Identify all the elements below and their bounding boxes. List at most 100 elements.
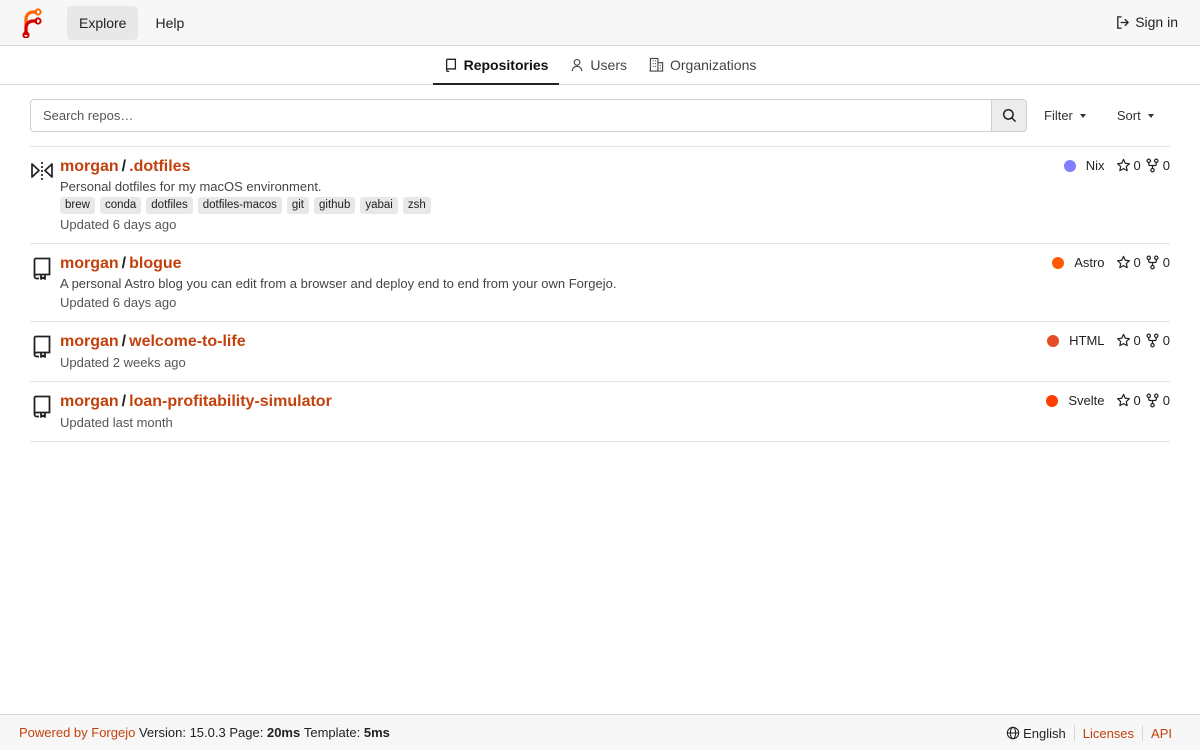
stars-count[interactable]: 0: [1116, 158, 1141, 173]
topic-tag[interactable]: yabai: [360, 197, 398, 214]
repo-updated-time: Updated 2 weeks ago: [60, 355, 186, 370]
forks-value: 0: [1162, 393, 1170, 408]
forks-count[interactable]: 0: [1145, 158, 1170, 173]
repo-updated-time: Updated last month: [60, 415, 173, 430]
forks-value: 0: [1162, 333, 1170, 348]
powered-by-link[interactable]: Powered by Forgejo: [19, 725, 135, 740]
repo-owner-link[interactable]: morgan: [60, 393, 119, 410]
topic-tag[interactable]: dotfiles-macos: [197, 197, 282, 214]
topic-tag[interactable]: zsh: [402, 197, 431, 214]
topic-tag[interactable]: brew: [60, 197, 95, 214]
fork-icon: [1146, 393, 1159, 408]
repo-item: morgan / welcome-to-life Updated 2 weeks a…: [30, 322, 1170, 382]
repo-owner-link[interactable]: morgan: [60, 333, 119, 350]
fork-icon: [1146, 158, 1159, 173]
repo-topics: brew conda dotfiles dotfiles-macos git g…: [60, 197, 1170, 214]
language-label: English: [1023, 725, 1066, 741]
repo-search-bar: Filter Sort: [30, 99, 1170, 132]
repo-description: Personal dotfiles for my macOS environme…: [60, 179, 322, 194]
repo-item: morgan / .dotfiles Personal dotfiles for m…: [30, 147, 1170, 244]
topic-tag[interactable]: conda: [99, 197, 142, 214]
forks-count[interactable]: 0: [1145, 255, 1170, 270]
tab-organizations[interactable]: Organizations: [638, 46, 767, 85]
stars-value: 0: [1133, 333, 1141, 348]
repo-description: A personal Astro blog you can edit from …: [60, 276, 617, 291]
sign-in-label: Sign in: [1135, 14, 1178, 30]
sign-in-link[interactable]: Sign in: [1115, 14, 1178, 30]
repo-updated-time: Updated 6 days ago: [60, 217, 177, 232]
language-color-dot: [1063, 159, 1076, 172]
person-icon: [572, 58, 583, 71]
stars-value: 0: [1133, 255, 1141, 270]
language-color-dot: [1047, 334, 1060, 347]
stars-count[interactable]: 0: [1116, 333, 1141, 348]
star-icon: [1116, 333, 1130, 347]
fork-icon: [1146, 333, 1159, 348]
star-icon: [1116, 158, 1130, 172]
repo-updated-time: Updated 6 days ago: [60, 295, 177, 310]
filter-label: Filter: [1044, 108, 1073, 123]
stars-count[interactable]: 0: [1116, 393, 1141, 408]
search-icon: [1002, 108, 1016, 123]
repo-icon: [33, 335, 51, 358]
sort-label: Sort: [1116, 108, 1141, 123]
repo-name-link[interactable]: .dotfiles: [129, 158, 190, 175]
star-icon: [1116, 255, 1130, 269]
sign-in-icon: [1117, 15, 1130, 29]
repo-owner-link[interactable]: morgan: [60, 158, 119, 175]
repo-stats: Astro 0 0: [1052, 255, 1170, 270]
repo-item: morgan / blogue A personal Astro blog you …: [30, 244, 1170, 322]
language-color-dot: [1052, 256, 1065, 269]
tab-users-label: Users: [590, 56, 627, 73]
repo-name-link[interactable]: blogue: [129, 255, 181, 272]
licenses-link[interactable]: Licenses: [1075, 726, 1142, 741]
version-label: Version:: [138, 725, 186, 740]
repo-name-link[interactable]: welcome-to-life: [129, 333, 245, 350]
tab-repositories[interactable]: Repositories: [432, 46, 560, 85]
forks-value: 0: [1162, 255, 1170, 270]
api-link[interactable]: API: [1143, 726, 1180, 741]
page-footer: Powered by Forgejo Version: 15.0.3 Page:…: [0, 714, 1200, 750]
repo-icon: [445, 58, 456, 72]
tab-users[interactable]: Users: [559, 46, 638, 85]
repo-owner-link[interactable]: morgan: [60, 255, 119, 272]
nav-explore[interactable]: Explore: [67, 5, 139, 40]
repo-language: Astro: [1074, 255, 1105, 270]
mirror-icon: [31, 162, 53, 180]
topic-tag[interactable]: dotfiles: [146, 197, 193, 214]
forgejo-logo-icon[interactable]: [20, 7, 42, 38]
forks-count[interactable]: 0: [1145, 333, 1170, 348]
tab-repositories-label: Repositories: [463, 56, 549, 73]
repo-icon: [33, 395, 51, 418]
filter-dropdown[interactable]: Filter: [1044, 108, 1086, 123]
stars-count[interactable]: 0: [1116, 255, 1141, 270]
explore-tabs: Repositories Users Organizations: [0, 46, 1200, 85]
version-value: 15.0.3: [189, 725, 226, 740]
search-button[interactable]: [991, 99, 1027, 132]
path-separator: /: [121, 255, 127, 272]
repo-stats: Nix 0 0: [1063, 158, 1170, 173]
topic-tag[interactable]: git: [286, 197, 310, 214]
repo-language: Nix: [1085, 158, 1105, 173]
path-separator: /: [121, 393, 127, 410]
repo-name-link[interactable]: loan-profitability-simulator: [129, 393, 332, 410]
search-input[interactable]: [30, 99, 991, 132]
tab-organizations-label: Organizations: [669, 56, 757, 73]
sort-dropdown[interactable]: Sort: [1117, 108, 1154, 123]
top-navbar: Explore Help Sign in: [0, 0, 1200, 46]
globe-icon: [1006, 726, 1020, 740]
repo-language: Svelte: [1068, 393, 1105, 408]
caret-down-icon: [1079, 113, 1086, 118]
repo-item: morgan / loan-profitability-simulator Upda…: [30, 382, 1170, 442]
repo-list: morgan / .dotfiles Personal dotfiles for m…: [30, 146, 1170, 442]
stars-value: 0: [1133, 158, 1141, 173]
nav-help[interactable]: Help: [143, 6, 196, 40]
template-time-label: Template:: [303, 725, 361, 740]
language-selector[interactable]: English: [998, 726, 1074, 741]
caret-down-icon: [1147, 113, 1154, 118]
repo-stats: Svelte 0 0: [1046, 393, 1170, 408]
footer-links: English Licenses API: [998, 715, 1180, 750]
forks-count[interactable]: 0: [1145, 393, 1170, 408]
topic-tag[interactable]: github: [314, 197, 356, 214]
fork-icon: [1146, 255, 1159, 270]
